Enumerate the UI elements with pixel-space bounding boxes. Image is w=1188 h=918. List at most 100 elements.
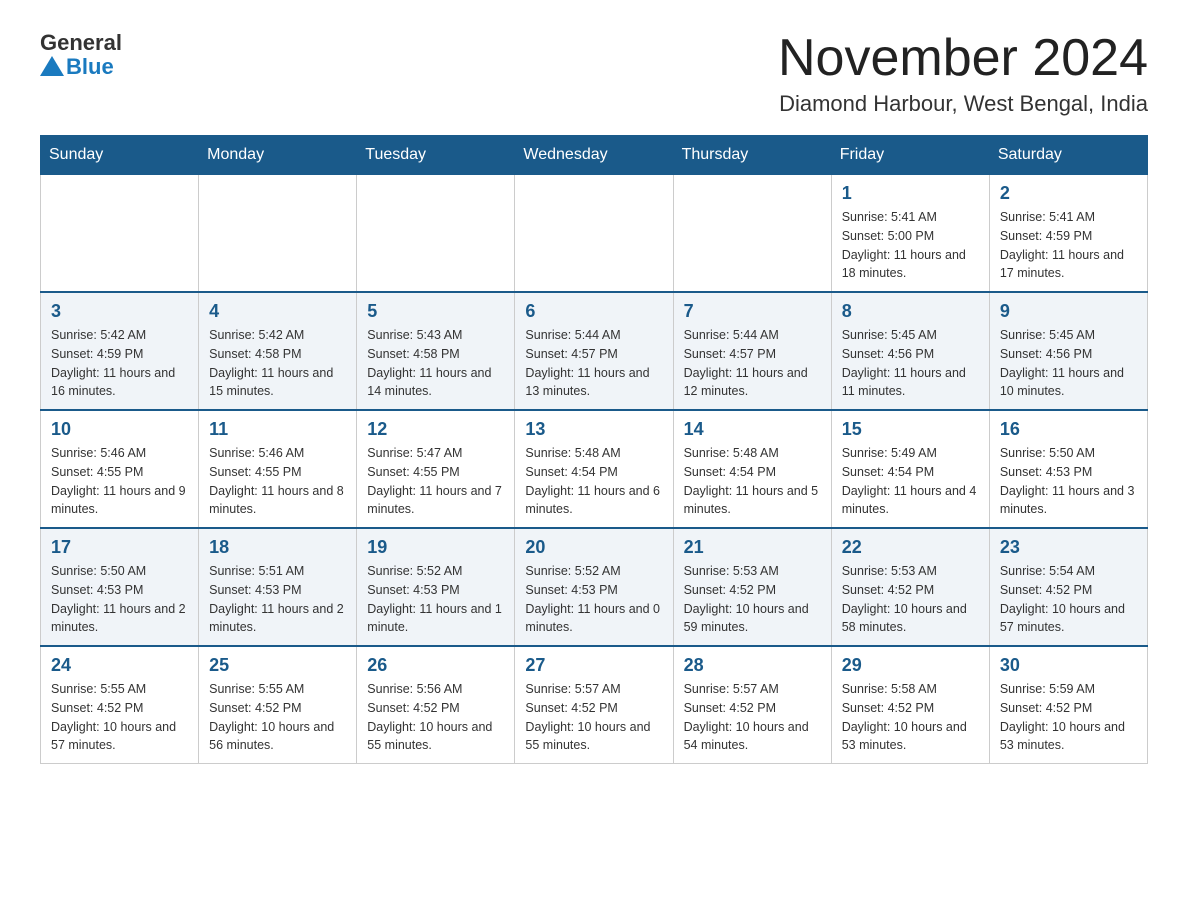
day-info: Sunrise: 5:46 AMSunset: 4:55 PMDaylight:…	[51, 444, 188, 519]
day-info: Sunrise: 5:48 AMSunset: 4:54 PMDaylight:…	[525, 444, 662, 519]
calendar-title: November 2024	[778, 30, 1148, 87]
calendar-cell: 14 Sunrise: 5:48 AMSunset: 4:54 PMDayligh…	[673, 410, 831, 528]
day-number: 29	[842, 655, 979, 676]
calendar-week-row: 10 Sunrise: 5:46 AMSunset: 4:55 PMDayligh…	[41, 410, 1148, 528]
day-info: Sunrise: 5:59 AMSunset: 4:52 PMDaylight:…	[1000, 680, 1137, 755]
day-info: Sunrise: 5:56 AMSunset: 4:52 PMDaylight:…	[367, 680, 504, 755]
day-info: Sunrise: 5:50 AMSunset: 4:53 PMDaylight:…	[1000, 444, 1137, 519]
day-number: 22	[842, 537, 979, 558]
day-info: Sunrise: 5:55 AMSunset: 4:52 PMDaylight:…	[209, 680, 346, 755]
day-number: 9	[1000, 301, 1137, 322]
calendar-header-row: SundayMondayTuesdayWednesdayThursdayFrid…	[41, 136, 1148, 175]
day-number: 16	[1000, 419, 1137, 440]
title-block: November 2024 Diamond Harbour, West Beng…	[778, 30, 1148, 117]
logo-triangle-icon	[40, 56, 64, 76]
day-number: 14	[684, 419, 821, 440]
day-number: 10	[51, 419, 188, 440]
calendar-cell: 11 Sunrise: 5:46 AMSunset: 4:55 PMDayligh…	[199, 410, 357, 528]
day-info: Sunrise: 5:49 AMSunset: 4:54 PMDaylight:…	[842, 444, 979, 519]
logo: General Blue	[40, 30, 122, 80]
logo-general-text: General	[40, 30, 122, 55]
day-header-friday: Friday	[831, 136, 989, 175]
day-number: 5	[367, 301, 504, 322]
calendar-cell	[357, 175, 515, 293]
day-info: Sunrise: 5:54 AMSunset: 4:52 PMDaylight:…	[1000, 562, 1137, 637]
day-info: Sunrise: 5:41 AMSunset: 5:00 PMDaylight:…	[842, 208, 979, 283]
calendar-subtitle: Diamond Harbour, West Bengal, India	[778, 91, 1148, 117]
calendar-cell: 8 Sunrise: 5:45 AMSunset: 4:56 PMDaylight…	[831, 292, 989, 410]
day-info: Sunrise: 5:51 AMSunset: 4:53 PMDaylight:…	[209, 562, 346, 637]
calendar-cell: 18 Sunrise: 5:51 AMSunset: 4:53 PMDayligh…	[199, 528, 357, 646]
logo-blue-text: Blue	[66, 54, 114, 80]
day-info: Sunrise: 5:42 AMSunset: 4:59 PMDaylight:…	[51, 326, 188, 401]
day-number: 3	[51, 301, 188, 322]
calendar-cell: 3 Sunrise: 5:42 AMSunset: 4:59 PMDaylight…	[41, 292, 199, 410]
calendar-cell: 7 Sunrise: 5:44 AMSunset: 4:57 PMDaylight…	[673, 292, 831, 410]
day-number: 21	[684, 537, 821, 558]
page-header: General Blue November 2024 Diamond Harbo…	[40, 30, 1148, 117]
day-number: 28	[684, 655, 821, 676]
day-info: Sunrise: 5:43 AMSunset: 4:58 PMDaylight:…	[367, 326, 504, 401]
day-header-thursday: Thursday	[673, 136, 831, 175]
calendar-cell	[199, 175, 357, 293]
calendar-cell: 6Sunrise: 5:44 AMSunset: 4:57 PMDaylight…	[515, 292, 673, 410]
day-info: Sunrise: 5:46 AMSunset: 4:55 PMDaylight:…	[209, 444, 346, 519]
calendar-table: SundayMondayTuesdayWednesdayThursdayFrid…	[40, 135, 1148, 764]
day-info: Sunrise: 5:45 AMSunset: 4:56 PMDaylight:…	[842, 326, 979, 401]
day-info: Sunrise: 5:45 AMSunset: 4:56 PMDaylight:…	[1000, 326, 1137, 401]
calendar-cell: 20Sunrise: 5:52 AMSunset: 4:53 PMDayligh…	[515, 528, 673, 646]
calendar-cell: 12 Sunrise: 5:47 AMSunset: 4:55 PMDayligh…	[357, 410, 515, 528]
calendar-cell: 5 Sunrise: 5:43 AMSunset: 4:58 PMDaylight…	[357, 292, 515, 410]
day-info: Sunrise: 5:57 AMSunset: 4:52 PMDaylight:…	[525, 680, 662, 755]
day-number: 12	[367, 419, 504, 440]
day-info: Sunrise: 5:52 AMSunset: 4:53 PMDaylight:…	[525, 562, 662, 637]
day-info: Sunrise: 5:55 AMSunset: 4:52 PMDaylight:…	[51, 680, 188, 755]
calendar-week-row: 1 Sunrise: 5:41 AMSunset: 5:00 PMDaylight…	[41, 175, 1148, 293]
day-info: Sunrise: 5:44 AMSunset: 4:57 PMDaylight:…	[525, 326, 662, 401]
day-info: Sunrise: 5:52 AMSunset: 4:53 PMDaylight:…	[367, 562, 504, 637]
calendar-week-row: 24 Sunrise: 5:55 AMSunset: 4:52 PMDayligh…	[41, 646, 1148, 764]
day-info: Sunrise: 5:48 AMSunset: 4:54 PMDaylight:…	[684, 444, 821, 519]
calendar-cell: 23 Sunrise: 5:54 AMSunset: 4:52 PMDayligh…	[989, 528, 1147, 646]
day-header-sunday: Sunday	[41, 136, 199, 175]
day-number: 26	[367, 655, 504, 676]
day-header-wednesday: Wednesday	[515, 136, 673, 175]
day-number: 19	[367, 537, 504, 558]
calendar-cell	[41, 175, 199, 293]
day-info: Sunrise: 5:44 AMSunset: 4:57 PMDaylight:…	[684, 326, 821, 401]
day-header-monday: Monday	[199, 136, 357, 175]
day-number: 8	[842, 301, 979, 322]
calendar-cell: 19 Sunrise: 5:52 AMSunset: 4:53 PMDayligh…	[357, 528, 515, 646]
calendar-cell: 30Sunrise: 5:59 AMSunset: 4:52 PMDayligh…	[989, 646, 1147, 764]
day-info: Sunrise: 5:42 AMSunset: 4:58 PMDaylight:…	[209, 326, 346, 401]
day-number: 15	[842, 419, 979, 440]
day-info: Sunrise: 5:50 AMSunset: 4:53 PMDaylight:…	[51, 562, 188, 637]
day-header-saturday: Saturday	[989, 136, 1147, 175]
day-number: 11	[209, 419, 346, 440]
day-number: 23	[1000, 537, 1137, 558]
calendar-cell	[515, 175, 673, 293]
calendar-cell: 2 Sunrise: 5:41 AMSunset: 4:59 PMDaylight…	[989, 175, 1147, 293]
calendar-cell: 17Sunrise: 5:50 AMSunset: 4:53 PMDayligh…	[41, 528, 199, 646]
calendar-cell: 25 Sunrise: 5:55 AMSunset: 4:52 PMDayligh…	[199, 646, 357, 764]
calendar-cell: 9 Sunrise: 5:45 AMSunset: 4:56 PMDaylight…	[989, 292, 1147, 410]
calendar-cell: 1 Sunrise: 5:41 AMSunset: 5:00 PMDaylight…	[831, 175, 989, 293]
calendar-cell: 21 Sunrise: 5:53 AMSunset: 4:52 PMDayligh…	[673, 528, 831, 646]
calendar-cell: 15 Sunrise: 5:49 AMSunset: 4:54 PMDayligh…	[831, 410, 989, 528]
day-info: Sunrise: 5:53 AMSunset: 4:52 PMDaylight:…	[842, 562, 979, 637]
day-number: 25	[209, 655, 346, 676]
calendar-cell: 10 Sunrise: 5:46 AMSunset: 4:55 PMDayligh…	[41, 410, 199, 528]
calendar-cell: 29Sunrise: 5:58 AMSunset: 4:52 PMDayligh…	[831, 646, 989, 764]
day-number: 7	[684, 301, 821, 322]
day-number: 1	[842, 183, 979, 204]
calendar-cell: 16 Sunrise: 5:50 AMSunset: 4:53 PMDayligh…	[989, 410, 1147, 528]
day-number: 24	[51, 655, 188, 676]
day-info: Sunrise: 5:47 AMSunset: 4:55 PMDaylight:…	[367, 444, 504, 519]
day-number: 2	[1000, 183, 1137, 204]
day-info: Sunrise: 5:53 AMSunset: 4:52 PMDaylight:…	[684, 562, 821, 637]
day-number: 18	[209, 537, 346, 558]
day-info: Sunrise: 5:41 AMSunset: 4:59 PMDaylight:…	[1000, 208, 1137, 283]
calendar-cell: 27Sunrise: 5:57 AMSunset: 4:52 PMDayligh…	[515, 646, 673, 764]
calendar-cell: 24 Sunrise: 5:55 AMSunset: 4:52 PMDayligh…	[41, 646, 199, 764]
calendar-cell	[673, 175, 831, 293]
